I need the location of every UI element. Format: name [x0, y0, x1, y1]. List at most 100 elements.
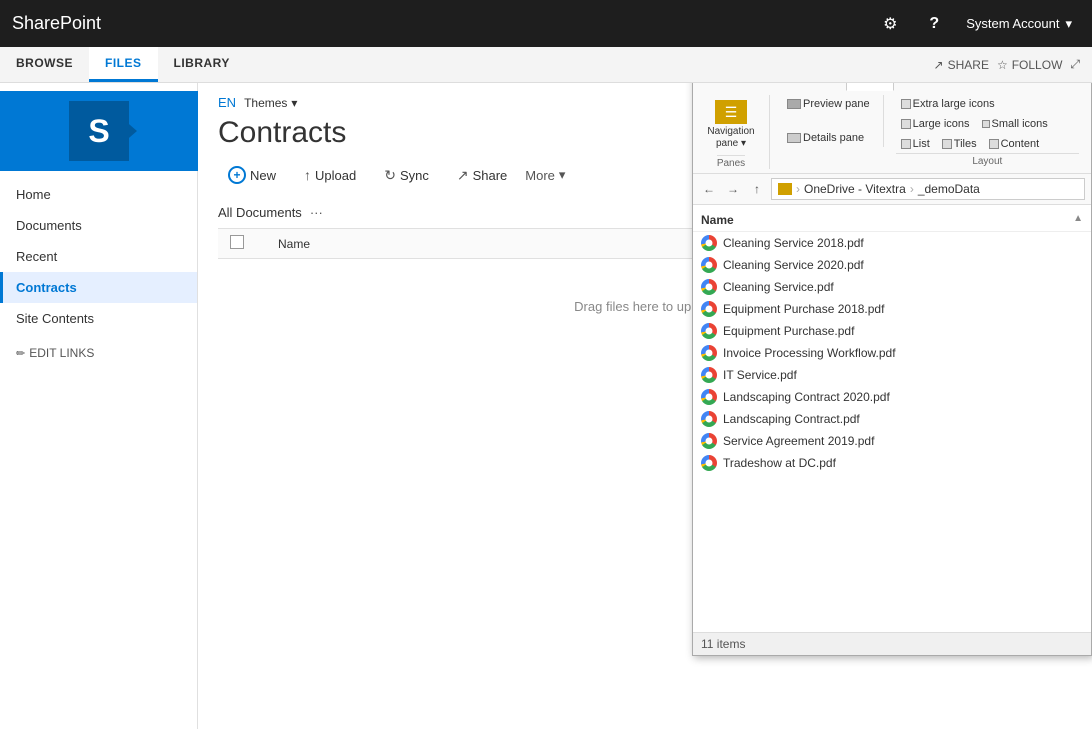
sidebar-item-home[interactable]: Home	[0, 179, 197, 210]
chrome-icon	[701, 301, 717, 317]
folder-icon	[778, 183, 792, 195]
logo-arrow	[123, 119, 137, 143]
chrome-icon	[701, 411, 717, 427]
main-layout: S Home Documents Recent Contracts Site C…	[0, 83, 1092, 729]
chrome-icon	[701, 433, 717, 449]
upload-button[interactable]: ↑ Upload	[294, 163, 366, 187]
fe-ribbon-content: ☰ Navigationpane ▾ Panes Preview pane	[693, 91, 1091, 173]
fe-breadcrumb-sep2: ›	[910, 182, 914, 196]
sidebar: S Home Documents Recent Contracts Site C…	[0, 83, 198, 729]
help-button[interactable]: ?	[914, 4, 954, 44]
sync-icon: ↻	[384, 167, 396, 184]
file-item[interactable]: Landscaping Contract 2020.pdf	[693, 386, 1091, 408]
chrome-icon	[701, 323, 717, 339]
expand-icon: ⤢	[1070, 57, 1080, 72]
chevron-down-icon: ▾	[291, 96, 297, 110]
chrome-icon	[701, 389, 717, 405]
share-icon: ↗	[934, 58, 944, 72]
plus-icon: +	[228, 166, 246, 184]
file-item[interactable]: Cleaning Service 2020.pdf	[693, 254, 1091, 276]
logo-inner: S	[69, 101, 129, 161]
upload-icon: ↑	[304, 167, 311, 183]
fe-item-count: 11 items	[701, 637, 745, 651]
account-name: System Account	[966, 16, 1059, 31]
expand-button[interactable]: ⤢	[1070, 57, 1080, 72]
account-chevron-icon: ▾	[1065, 16, 1072, 32]
top-bar-icons: ⚙ ? System Account ▾	[870, 4, 1080, 44]
fe-addressbar: ← → ↑ › OneDrive - Vitextra › _demoData	[693, 174, 1091, 205]
fe-panes-label: Panes	[717, 155, 745, 169]
tab-library[interactable]: LIBRARY	[158, 47, 246, 82]
fe-tab-home[interactable]: Home	[738, 83, 792, 91]
chrome-icon	[701, 279, 717, 295]
new-button[interactable]: + New	[218, 162, 286, 188]
sidebar-item-contracts[interactable]: Contracts	[0, 272, 197, 303]
gear-icon: ⚙	[883, 14, 897, 34]
sidebar-edit-links[interactable]: ✏ EDIT LINKS	[0, 338, 197, 368]
share-link-button[interactable]: ↗ Share	[447, 163, 517, 188]
fe-ribbon: File Home Share View ☰ Na	[693, 83, 1091, 174]
fe-tab-view[interactable]: View	[846, 83, 894, 91]
app-logo: SharePoint	[12, 13, 101, 34]
fe-layout-label: Layout	[896, 153, 1079, 167]
fe-ribbon-tabs: File Home Share View	[693, 83, 1091, 91]
fe-tiles-button[interactable]: Tiles	[937, 135, 982, 153]
fe-tab-share[interactable]: Share	[792, 83, 846, 91]
fe-extra-large-icons-button[interactable]: Extra large icons	[896, 95, 1000, 113]
fe-breadcrumb-sep1: ›	[796, 182, 800, 196]
chrome-icon	[701, 235, 717, 251]
sidebar-item-site-contents[interactable]: Site Contents	[0, 303, 197, 334]
site-logo: S	[0, 91, 198, 171]
share-link-icon: ↗	[457, 167, 469, 184]
fe-details-pane-button[interactable]: Details pane	[782, 129, 875, 147]
file-item[interactable]: Cleaning Service.pdf	[693, 276, 1091, 298]
file-item[interactable]: Tradeshow at DC.pdf	[693, 452, 1091, 474]
tab-files[interactable]: FILES	[89, 47, 158, 82]
breadcrumb-themes[interactable]: Themes ▾	[244, 96, 297, 110]
fe-preview-pane-button[interactable]: Preview pane	[782, 95, 875, 113]
file-explorer: | _demoData File Home Share View	[692, 83, 1092, 656]
fe-back-button[interactable]: ←	[699, 179, 719, 199]
fe-small-icons-button[interactable]: Small icons	[977, 115, 1053, 133]
fe-sort-icon[interactable]: ▲	[1073, 213, 1083, 227]
header-checkbox	[230, 235, 254, 252]
follow-button[interactable]: ☆ FOLLOW	[997, 58, 1062, 72]
top-bar: SharePoint ⚙ ? System Account ▾	[0, 0, 1092, 47]
tab-browse[interactable]: BROWSE	[0, 47, 89, 82]
fe-tab-file[interactable]: File	[697, 83, 738, 91]
file-item[interactable]: Invoice Processing Workflow.pdf	[693, 342, 1091, 364]
chrome-icon	[701, 367, 717, 383]
more-button[interactable]: More ▾	[525, 167, 565, 183]
fe-up-button[interactable]: ↑	[747, 179, 767, 199]
more-chevron-icon: ▾	[559, 167, 566, 183]
file-item[interactable]: Landscaping Contract.pdf	[693, 408, 1091, 430]
sidebar-item-documents[interactable]: Documents	[0, 210, 197, 241]
file-item[interactable]: Service Agreement 2019.pdf	[693, 430, 1091, 452]
fe-breadcrumb-demodata[interactable]: _demoData	[918, 182, 980, 196]
gear-button[interactable]: ⚙	[870, 4, 910, 44]
fe-breadcrumb-onedrive[interactable]: OneDrive - Vitextra	[804, 182, 906, 196]
breadcrumb-lang[interactable]: EN	[218, 95, 236, 110]
fe-content-button[interactable]: Content	[984, 135, 1045, 153]
fe-list-button[interactable]: List	[896, 135, 935, 153]
fe-forward-button[interactable]: →	[723, 179, 743, 199]
sidebar-item-recent[interactable]: Recent	[0, 241, 197, 272]
fe-statusbar: 11 items	[693, 632, 1091, 655]
star-icon: ☆	[997, 58, 1008, 72]
share-button[interactable]: ↗ SHARE	[934, 58, 989, 72]
pencil-icon: ✏	[16, 347, 25, 360]
file-item[interactable]: Equipment Purchase.pdf	[693, 320, 1091, 342]
sync-button[interactable]: ↻ Sync	[374, 163, 439, 188]
file-item[interactable]: Equipment Purchase 2018.pdf	[693, 298, 1091, 320]
content-area: EN Themes ▾ ✏ EDIT LINKS Contracts + New…	[198, 83, 1092, 729]
docs-ellipsis[interactable]: ···	[310, 205, 323, 220]
chrome-icon	[701, 455, 717, 471]
fe-nav-pane-button[interactable]: ☰ Navigationpane ▾	[701, 95, 761, 155]
account-menu[interactable]: System Account ▾	[958, 16, 1080, 32]
fe-breadcrumb: › OneDrive - Vitextra › _demoData	[771, 178, 1085, 200]
file-item[interactable]: Cleaning Service 2018.pdf	[693, 232, 1091, 254]
all-documents-label[interactable]: All Documents	[218, 205, 302, 220]
ribbon: BROWSE FILES LIBRARY ↗ SHARE ☆ FOLLOW ⤢	[0, 47, 1092, 83]
file-item[interactable]: IT Service.pdf	[693, 364, 1091, 386]
fe-large-icons-button[interactable]: Large icons	[896, 115, 975, 133]
